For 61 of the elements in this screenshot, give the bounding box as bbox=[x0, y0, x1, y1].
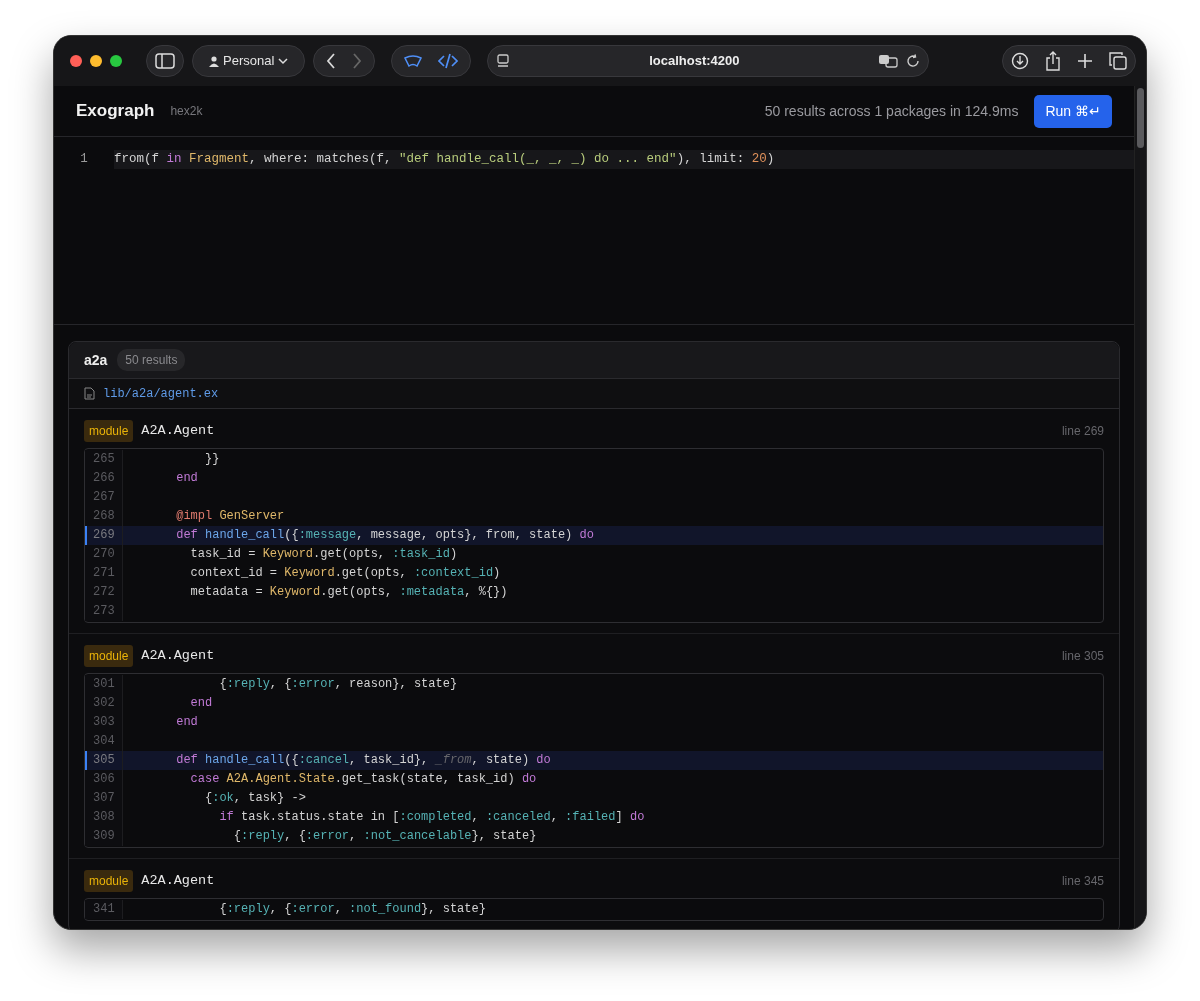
kind-tag: module bbox=[84, 420, 134, 442]
line-number: 273 bbox=[85, 602, 123, 621]
code-line: {:reply, {:error, :not_found}, state} bbox=[218, 901, 486, 918]
plus-icon[interactable] bbox=[1077, 53, 1093, 69]
line-number: 265 bbox=[85, 450, 123, 469]
code-line: }} bbox=[204, 451, 220, 468]
scrollbar-thumb[interactable] bbox=[1137, 88, 1144, 148]
code-icon bbox=[438, 53, 459, 69]
url-text: localhost:4200 bbox=[649, 52, 740, 71]
code-line: case A2A.Agent.State.get_task(state, task_id) do bbox=[189, 771, 537, 788]
code-line: end bbox=[175, 714, 198, 731]
package-name: a2a bbox=[84, 350, 108, 370]
code-line: {:ok, task} -> bbox=[204, 790, 306, 807]
forward-icon bbox=[352, 53, 363, 69]
code-line: metadata = Keyword.get(opts, :metadata, %{}) bbox=[189, 584, 508, 601]
code-line: {:reply, {:error, :not_cancelable}, state} bbox=[232, 828, 537, 845]
file-link[interactable]: lib/a2a/agent.ex bbox=[103, 384, 219, 403]
share-icon[interactable] bbox=[1045, 51, 1061, 71]
line-number: 309 bbox=[85, 827, 123, 846]
close-button[interactable] bbox=[70, 55, 82, 67]
code-line: context_id = Keyword.get(opts, :context_id) bbox=[189, 565, 501, 582]
code-line: if task.status.state in [:completed, :canceled, :failed] do bbox=[218, 809, 645, 826]
module-name: A2A.Agent bbox=[141, 871, 215, 890]
code-line: @impl GenServer bbox=[175, 508, 285, 525]
kind-tag: module bbox=[84, 645, 134, 667]
line-label: line 345 bbox=[1061, 873, 1104, 890]
person-icon bbox=[209, 55, 219, 67]
code-line: end bbox=[175, 470, 198, 487]
code-line: end bbox=[189, 695, 213, 712]
code-line: {:reply, {:error, reason}, state} bbox=[218, 676, 458, 693]
line-number: 301 bbox=[85, 675, 123, 694]
code-line: task_id = Keyword.get(opts, :task_id) bbox=[189, 546, 458, 563]
module-name: A2A.Agent bbox=[141, 421, 215, 440]
kind-tag: module bbox=[84, 870, 134, 892]
line-number: 1 bbox=[79, 151, 89, 169]
app-subtitle: hex2k bbox=[170, 103, 203, 120]
app-title: Exograph bbox=[76, 100, 155, 123]
back-icon bbox=[326, 53, 337, 69]
result-count: 50 results bbox=[117, 349, 186, 371]
sidebar-button[interactable] bbox=[146, 45, 184, 77]
code-line: def handle_call({:message, message, opts}, from, state) do bbox=[175, 527, 594, 544]
module-name: A2A.Agent bbox=[141, 646, 215, 665]
line-label: line 269 bbox=[1061, 423, 1104, 440]
sidebar-icon bbox=[155, 53, 175, 69]
scrollbar[interactable] bbox=[1134, 86, 1146, 929]
chevron-down-icon bbox=[278, 57, 289, 65]
address-bar[interactable]: localhost:4200 bbox=[487, 45, 930, 77]
download-icon[interactable] bbox=[1011, 52, 1029, 70]
profile-button[interactable]: Personal bbox=[192, 45, 306, 77]
query-editor[interactable]: 1 from(f in Fragment, where: matches(f, "def handle_call(_, _, _) do ... end"), limit: 20) bbox=[54, 137, 1134, 325]
minimize-button[interactable] bbox=[90, 55, 102, 67]
code-line: def handle_call({:cancel, task_id}, _from, state) do bbox=[175, 752, 551, 769]
zoom-button[interactable] bbox=[110, 55, 122, 67]
file-icon bbox=[84, 387, 95, 400]
reload-icon[interactable] bbox=[906, 54, 921, 68]
tabs-icon[interactable] bbox=[1109, 52, 1127, 70]
results-summary: 50 results across 1 packages in 124.9ms bbox=[764, 101, 1019, 121]
translate-icon[interactable] bbox=[878, 54, 899, 68]
line-label: line 305 bbox=[1061, 648, 1104, 665]
run-button[interactable]: Run ⌘↵ bbox=[1034, 94, 1112, 128]
line-number: 341 bbox=[85, 900, 123, 919]
